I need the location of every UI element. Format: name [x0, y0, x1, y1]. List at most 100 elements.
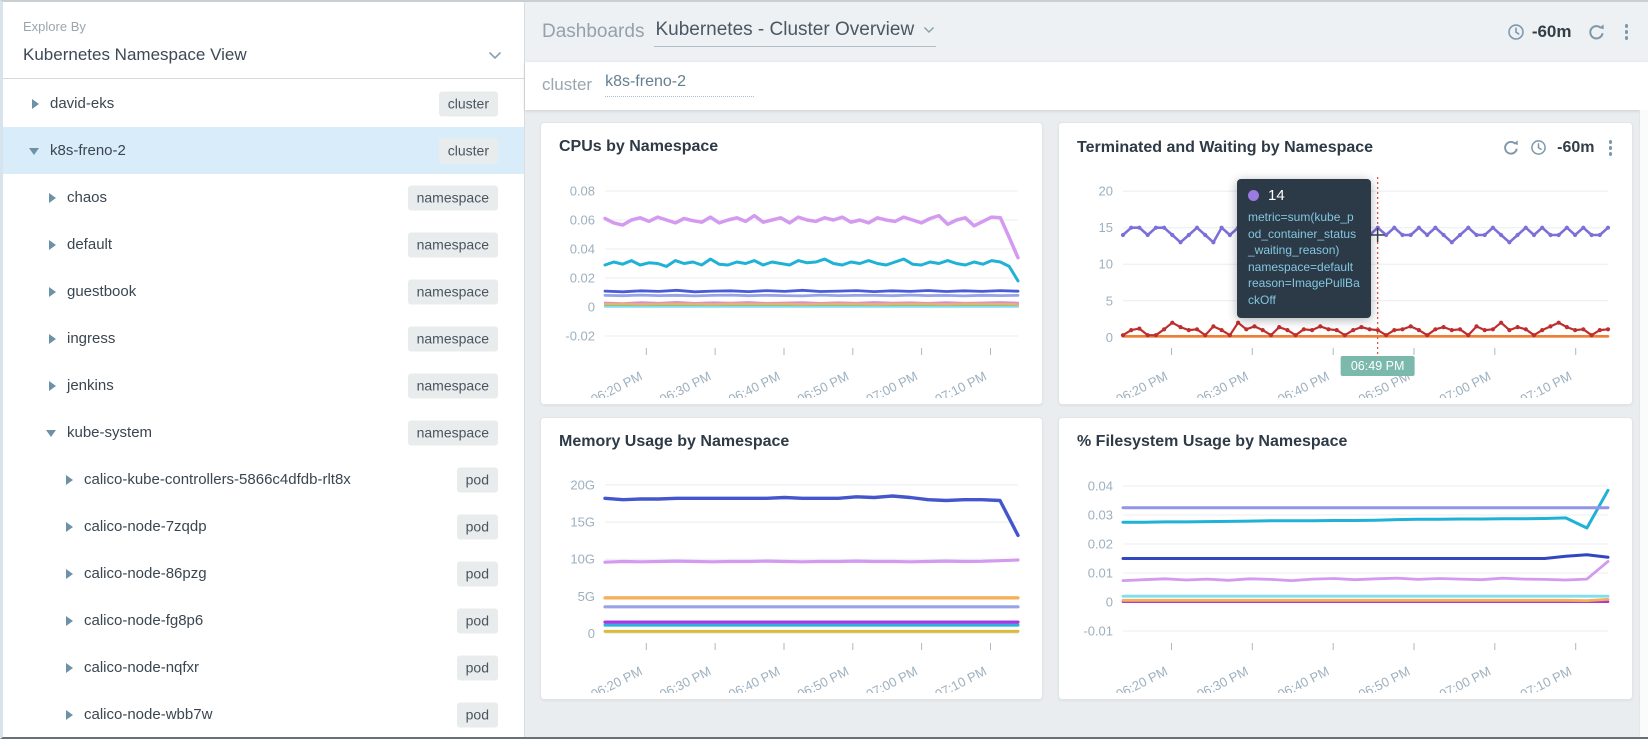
tree-collapsed-arrow-icon[interactable]	[65, 522, 75, 532]
chevron-down-icon	[923, 26, 935, 34]
tree-item-calico-kube-controllers-5866c4dfdb-rlt8x[interactable]: calico-kube-controllers-5866c4dfdb-rlt8x…	[3, 456, 524, 503]
tree-collapsed-arrow-icon[interactable]	[48, 334, 58, 344]
svg-text:07:10 PM: 07:10 PM	[932, 663, 988, 693]
svg-text:0.08: 0.08	[570, 184, 595, 199]
sidebar-header: Explore By Kubernetes Namespace View	[3, 2, 524, 79]
tree-item-kube-system[interactable]: kube-systemnamespace	[3, 409, 524, 456]
svg-text:0.02: 0.02	[1088, 537, 1113, 552]
tree-collapsed-arrow-icon[interactable]	[65, 569, 75, 579]
panel-header: Memory Usage by Namespace	[541, 418, 1042, 451]
type-badge: namespace	[408, 232, 498, 257]
grouping-selector[interactable]: Kubernetes Namespace View	[23, 45, 502, 65]
svg-text:07:10 PM: 07:10 PM	[1518, 663, 1574, 693]
svg-text:06:30 PM: 06:30 PM	[657, 663, 713, 693]
sidebar: Explore By Kubernetes Namespace View dav…	[3, 2, 525, 737]
tree-item-david-eks[interactable]: david-ekscluster	[3, 80, 524, 127]
dashboard-selector[interactable]: Kubernetes - Cluster Overview	[654, 17, 936, 47]
series-color-dot	[1248, 190, 1259, 201]
svg-text:06:50 PM: 06:50 PM	[795, 663, 851, 693]
kebab-menu-icon[interactable]	[1621, 22, 1633, 42]
tree-collapsed-arrow-icon[interactable]	[65, 475, 75, 485]
tree-expanded-arrow-icon[interactable]	[48, 428, 58, 438]
tree-collapsed-arrow-icon[interactable]	[65, 710, 75, 720]
svg-text:06:20 PM: 06:20 PM	[1113, 368, 1169, 398]
tree-item-jenkins[interactable]: jenkinsnamespace	[3, 362, 524, 409]
scope-value-selector[interactable]: k8s-freno-2	[605, 73, 754, 97]
svg-text:-0.01: -0.01	[1083, 624, 1113, 639]
tree-item-chaos[interactable]: chaosnamespace	[3, 174, 524, 221]
tree-item-label: calico-node-wbb7w	[84, 706, 212, 723]
app-window: Explore By Kubernetes Namespace View dav…	[0, 0, 1648, 739]
filesystem-usage-chart[interactable]: 0.040.030.020.010-0.0106:20 PM06:30 PM06…	[1069, 462, 1624, 693]
tree-collapsed-arrow-icon[interactable]	[48, 240, 58, 250]
svg-text:20: 20	[1099, 184, 1113, 199]
tree-collapsed-arrow-icon[interactable]	[65, 663, 75, 673]
clock-icon[interactable]	[1530, 139, 1547, 156]
tree-item-guestbook[interactable]: guestbooknamespace	[3, 268, 524, 315]
tree-collapsed-arrow-icon[interactable]	[48, 193, 58, 203]
panel-header: % Filesystem Usage by Namespace	[1059, 418, 1632, 451]
tree-item-label: chaos	[67, 189, 107, 206]
tree-collapsed-arrow-icon[interactable]	[48, 287, 58, 297]
clock-icon	[1507, 23, 1525, 41]
panel-title: % Filesystem Usage by Namespace	[1077, 433, 1347, 451]
tree-item-label: guestbook	[67, 283, 136, 300]
tree-collapsed-arrow-icon[interactable]	[31, 99, 41, 109]
panel-memory-usage: Memory Usage by Namespace 20G15G10G5G006…	[540, 417, 1043, 700]
svg-text:5G: 5G	[578, 589, 595, 604]
svg-text:06:50 PM: 06:50 PM	[1356, 663, 1412, 693]
sidebar-tree: david-eksclusterk8s-freno-2clusterchaosn…	[3, 79, 524, 737]
svg-text:0.04: 0.04	[570, 242, 595, 257]
tree-item-default[interactable]: default namespace	[3, 221, 524, 268]
panel-title: Terminated and Waiting by Namespace	[1077, 139, 1373, 157]
time-range-control[interactable]: -60m	[1507, 22, 1572, 42]
tree-item-ingress[interactable]: ingressnamespace	[3, 315, 524, 362]
svg-text:07:00 PM: 07:00 PM	[1437, 663, 1493, 693]
tree-item-calico-node-7zqdp[interactable]: calico-node-7zqdppod	[3, 503, 524, 550]
main-content: Dashboards Kubernetes - Cluster Overview…	[525, 2, 1648, 737]
tree-collapsed-arrow-icon[interactable]	[48, 381, 58, 391]
tree-item-label: kube-system	[67, 424, 152, 441]
svg-text:-0.02: -0.02	[565, 329, 595, 344]
svg-text:06:40 PM: 06:40 PM	[726, 663, 782, 693]
refresh-button[interactable]	[1587, 23, 1606, 42]
tree-item-label: default	[67, 236, 112, 253]
svg-text:0.02: 0.02	[570, 271, 595, 286]
panel-title: Memory Usage by Namespace	[559, 433, 789, 451]
tree-item-k8s-freno-2[interactable]: k8s-freno-2cluster	[3, 127, 524, 174]
type-badge: pod	[457, 514, 498, 539]
tooltip-reason-line: reason=ImagePullBackOff	[1248, 275, 1360, 308]
tree-expanded-arrow-icon[interactable]	[31, 146, 41, 156]
svg-text:0: 0	[1106, 330, 1113, 345]
svg-text:0: 0	[588, 626, 595, 641]
scrollbar-track[interactable]	[1639, 110, 1648, 737]
tooltip-metric-line: metric=sum(kube_pod_container_status_wai…	[1248, 209, 1360, 259]
svg-text:0.04: 0.04	[1088, 479, 1113, 494]
grouping-selector-label: Kubernetes Namespace View	[23, 45, 247, 65]
panel-time-range-label[interactable]: -60m	[1557, 139, 1594, 157]
tree-item-calico-node-fg8p6[interactable]: calico-node-fg8p6 pod	[3, 597, 524, 644]
kebab-menu-icon[interactable]	[1605, 138, 1617, 158]
svg-text:10G: 10G	[570, 552, 595, 567]
svg-text:06:49 PM: 06:49 PM	[1351, 359, 1405, 373]
tree-item-calico-node-nqfxr[interactable]: calico-node-nqfxrpod	[3, 644, 524, 691]
tree-item-label: calico-node-fg8p6	[84, 612, 203, 629]
refresh-button[interactable]	[1502, 139, 1520, 157]
memory-usage-chart[interactable]: 20G15G10G5G006:20 PM06:30 PM06:40 PM06:5…	[551, 462, 1034, 693]
svg-text:0.03: 0.03	[1088, 508, 1113, 523]
type-badge: pod	[457, 608, 498, 633]
tree-item-label: ingress	[67, 330, 115, 347]
tree-collapsed-arrow-icon[interactable]	[65, 616, 75, 626]
nav-section-label: Dashboards	[542, 21, 644, 43]
svg-text:20G: 20G	[570, 477, 595, 492]
svg-text:10: 10	[1099, 257, 1113, 272]
tree-item-calico-node-86pzg[interactable]: calico-node-86pzgpod	[3, 550, 524, 597]
cpus-chart[interactable]: 0.080.060.040.020-0.0206:20 PM06:30 PM06…	[551, 167, 1034, 398]
time-range-label: -60m	[1532, 22, 1572, 42]
tooltip-value: 14	[1268, 187, 1285, 204]
panel-terminated-waiting: Terminated and Waiting by Namespace -60m…	[1058, 122, 1633, 405]
explore-by-label: Explore By	[23, 19, 502, 34]
tree-item-calico-node-wbb7w[interactable]: calico-node-wbb7wpod	[3, 691, 524, 737]
svg-text:0: 0	[588, 300, 595, 315]
tree-item-label: calico-node-nqfxr	[84, 659, 199, 676]
